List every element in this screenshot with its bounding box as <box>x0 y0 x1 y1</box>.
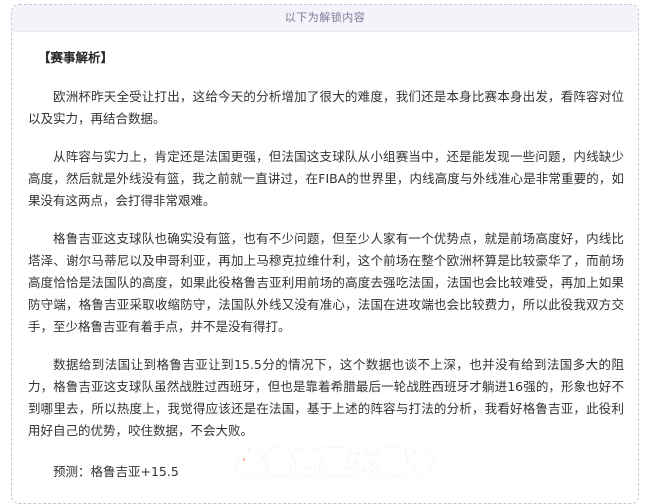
section-title: 【赛事解析】 <box>38 50 114 65</box>
prediction-row: 预测：格鲁吉亚+15.5 格鲁吉亚大爆冷 <box>28 448 624 489</box>
prediction-text: 预测：格鲁吉亚+15.5 <box>53 464 179 479</box>
article-body: 【赛事解析】 欧洲杯昨天全受让打出，这给今天的分析增加了很大的难度，我们还是本身… <box>28 47 624 489</box>
unlocked-content-card: 以下为解锁内容 【赛事解析】 欧洲杯昨天全受让打出，这给今天的分析增加了很大的难… <box>11 4 639 504</box>
paragraph-4: 数据给到法国让到格鲁吉亚让到15.5分的情况下，这个数据也谈不上深，也并没有给到… <box>28 357 624 438</box>
paragraph-1: 欧洲杯昨天全受让打出，这给今天的分析增加了很大的难度，我们还是本身比赛本身出发，… <box>28 89 624 126</box>
unlock-banner: 以下为解锁内容 <box>12 5 638 32</box>
headline-overlay: 格鲁吉亚大爆冷 <box>237 448 434 479</box>
paragraph-3: 格鲁吉亚这支球队也确实没有篮，也有不少问题，但至少人家有一个优势点，就是前场高度… <box>28 231 624 334</box>
paragraph-2: 从阵容与实力上，肯定还是法国更强，但法国这支球队从小组赛当中，还是能发现一些问题… <box>28 149 624 208</box>
